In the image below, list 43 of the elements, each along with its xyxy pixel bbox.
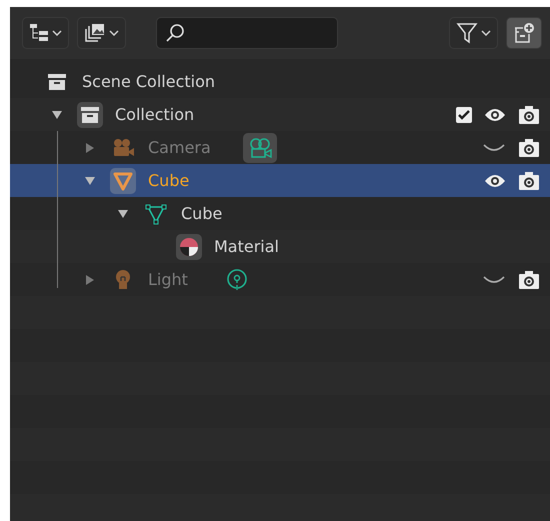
selected-tree-row[interactable]: Cube [10,164,550,197]
item-name: Cube [181,204,222,223]
box-icon [47,72,67,90]
camera-icon[interactable] [518,138,540,158]
new-collection-icon [513,22,535,44]
light-data-icon [226,268,248,290]
triangle-icon [113,170,133,190]
view-layer-dropdown[interactable] [77,17,126,49]
outliner-icon [29,23,49,43]
box-icon [80,106,100,124]
search-icon [165,23,185,43]
item-name: Cube [148,171,190,190]
image-stack-icon [84,23,106,43]
movie-camera-icon [111,138,135,158]
closed-eye-icon[interactable] [482,274,506,284]
collapse-arrow-icon[interactable] [85,142,95,152]
checkbox[interactable] [456,106,472,122]
material-sphere-icon [179,236,199,256]
light-bulb-icon [114,268,132,290]
filter-icon [456,22,478,44]
caret-icon [109,30,119,36]
camera-icon[interactable] [518,270,540,290]
new-collection-button[interactable] [506,17,542,49]
camera-icon[interactable] [518,170,540,190]
item-name: Light [148,270,188,289]
item-name: Scene Collection [82,72,216,91]
expand-arrow-icon[interactable] [118,208,128,218]
closed-eye-icon[interactable] [482,142,506,152]
mesh-icon [145,202,167,224]
item-name: Camera [148,138,211,157]
caret-icon [481,30,491,36]
item-name: Material [214,237,279,256]
camera-icon[interactable] [518,104,540,124]
expand-arrow-icon[interactable] [52,110,62,120]
display-mode-dropdown[interactable] [22,17,69,49]
item-name: Collection [115,105,194,124]
search-field[interactable] [156,17,338,49]
eye-icon[interactable] [484,174,506,188]
caret-icon [52,30,62,36]
expand-arrow-icon[interactable] [85,176,95,186]
collapse-arrow-icon[interactable] [85,274,95,284]
eye-icon[interactable] [484,108,506,122]
filter-dropdown[interactable] [449,17,498,49]
